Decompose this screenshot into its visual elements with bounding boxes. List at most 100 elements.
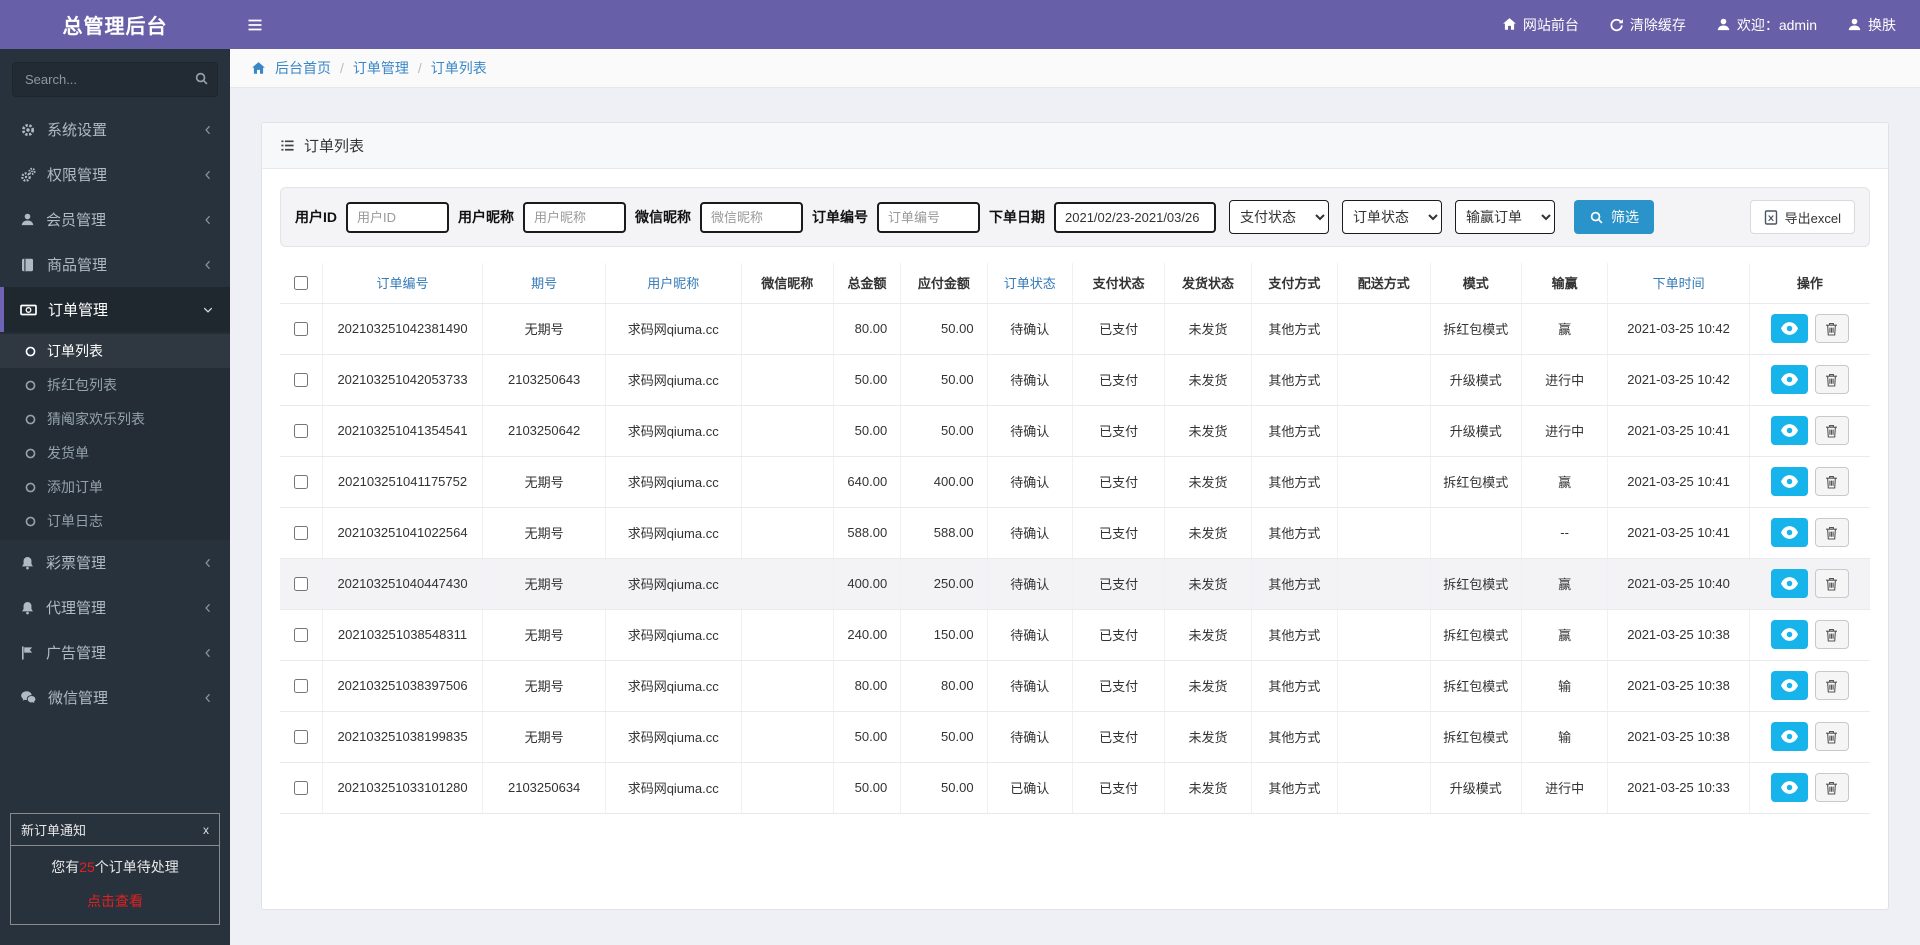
order-no-cell: 202103251041354541 bbox=[321, 405, 483, 457]
sidebar-item-2[interactable]: 会员管理 bbox=[0, 197, 230, 242]
period-cell: 无期号 bbox=[482, 609, 606, 661]
column-header-0[interactable]: 订单编号 bbox=[321, 263, 483, 304]
view-order-button[interactable] bbox=[1770, 722, 1808, 751]
row-checkbox[interactable] bbox=[294, 474, 309, 489]
sidebar-menu: 系统设置权限管理会员管理 商品管理 订单管理 订单列表 拆红包列表猜阄家欢乐列表 发货单添… bbox=[0, 107, 230, 720]
trash-icon bbox=[1825, 526, 1838, 540]
topbar-link-1[interactable]: 清除缓存 bbox=[1609, 15, 1686, 35]
order-date-input[interactable] bbox=[1054, 201, 1216, 233]
topbar-link-0[interactable]: 网站前台 bbox=[1502, 15, 1579, 35]
delete-order-button[interactable] bbox=[1814, 569, 1849, 598]
money-icon bbox=[20, 302, 37, 318]
order-no-cell: 202103251041022564 bbox=[321, 507, 483, 559]
view-order-button[interactable] bbox=[1770, 569, 1808, 598]
row-checkbox[interactable] bbox=[294, 372, 309, 387]
sidebar-search bbox=[12, 62, 218, 97]
ship-status-cell: 未发货 bbox=[1164, 558, 1252, 610]
view-order-button[interactable] bbox=[1770, 467, 1808, 496]
row-checkbox[interactable] bbox=[294, 729, 309, 744]
submenu-item-4[interactable]: 添加订单 bbox=[0, 470, 230, 504]
breadcrumb-item-0[interactable]: 后台首页 bbox=[275, 58, 331, 78]
search-input[interactable] bbox=[12, 62, 218, 97]
search-icon[interactable] bbox=[194, 71, 209, 86]
breadcrumb-item-1[interactable]: 订单管理 bbox=[353, 58, 409, 78]
breadcrumb-item-2[interactable]: 订单列表 bbox=[431, 58, 487, 78]
sidebar-item-8[interactable]: 微信管理 bbox=[0, 675, 230, 720]
column-header-6[interactable]: 订单状态 bbox=[986, 263, 1073, 304]
order-no-input[interactable] bbox=[877, 201, 980, 233]
pay-method-cell: 其他方式 bbox=[1250, 660, 1338, 712]
row-checkbox[interactable] bbox=[294, 678, 309, 693]
view-order-button[interactable] bbox=[1770, 671, 1808, 700]
filter-button[interactable]: 筛选 bbox=[1574, 200, 1654, 234]
delete-order-button[interactable] bbox=[1814, 518, 1849, 547]
view-order-button[interactable] bbox=[1770, 773, 1808, 802]
wechat-nickname-label: 微信昵称 bbox=[635, 209, 691, 225]
sidebar-item-5[interactable]: 彩票管理 bbox=[0, 540, 230, 585]
refresh-icon bbox=[1609, 17, 1624, 32]
delete-order-button[interactable] bbox=[1814, 671, 1849, 700]
submenu-item-label: 发货单 bbox=[47, 445, 89, 461]
sidebar-item-0[interactable]: 系统设置 bbox=[0, 107, 230, 152]
delete-order-button[interactable] bbox=[1814, 365, 1849, 394]
mode-cell: 拆红包模式 bbox=[1429, 711, 1522, 763]
row-checkbox[interactable] bbox=[294, 627, 309, 642]
mode-cell: 拆红包模式 bbox=[1429, 303, 1522, 355]
sidebar-item-7[interactable]: 广告管理 bbox=[0, 630, 230, 675]
order-status-select[interactable]: 订单状态 bbox=[1342, 200, 1442, 234]
order-time-cell: 2021-03-25 10:38 bbox=[1607, 609, 1750, 661]
sidebar-item-4[interactable]: 订单管理 bbox=[0, 287, 230, 332]
export-excel-button[interactable]: 导出excel bbox=[1749, 200, 1855, 234]
user-id-input[interactable] bbox=[346, 201, 449, 233]
sidebar-item-3[interactable]: 商品管理 bbox=[0, 242, 230, 287]
submenu-item-1[interactable]: 拆红包列表 bbox=[0, 368, 230, 402]
submenu-item-5[interactable]: 订单日志 bbox=[0, 504, 230, 538]
delete-order-button[interactable] bbox=[1814, 314, 1849, 343]
topbar-link-3[interactable]: 换肤 bbox=[1847, 15, 1896, 35]
eye-icon bbox=[1780, 322, 1798, 335]
row-checkbox[interactable] bbox=[294, 576, 309, 591]
row-select-cell bbox=[280, 456, 323, 508]
sidebar-item-1[interactable]: 权限管理 bbox=[0, 152, 230, 197]
row-checkbox[interactable] bbox=[294, 525, 309, 540]
delete-order-button[interactable] bbox=[1814, 416, 1849, 445]
wechat-nickname-input[interactable] bbox=[700, 201, 803, 233]
select-all-checkbox[interactable] bbox=[294, 275, 309, 290]
row-select-cell bbox=[280, 762, 323, 814]
ship-status-cell: 未发货 bbox=[1164, 609, 1252, 661]
topbar-link-2[interactable]: 欢迎：admin bbox=[1716, 15, 1817, 35]
main-area: 后台首页/订单管理/订单列表 订单列表 用户ID用户昵称微信昵称订单编号下单日期… bbox=[230, 49, 1920, 945]
row-checkbox[interactable] bbox=[294, 423, 309, 438]
close-icon[interactable]: x bbox=[203, 823, 209, 837]
row-checkbox[interactable] bbox=[294, 321, 309, 336]
view-orders-link[interactable]: 点击查看 bbox=[17, 891, 213, 911]
view-order-button[interactable] bbox=[1770, 620, 1808, 649]
row-checkbox[interactable] bbox=[294, 780, 309, 795]
pay-status-cell: 已支付 bbox=[1071, 711, 1165, 763]
win-lose-order-select[interactable]: 输赢订单 bbox=[1455, 200, 1555, 234]
delete-order-button[interactable] bbox=[1814, 467, 1849, 496]
pay-status-select[interactable]: 支付状态 bbox=[1229, 200, 1329, 234]
column-header-13[interactable]: 下单时间 bbox=[1607, 263, 1750, 304]
view-order-button[interactable] bbox=[1770, 416, 1808, 445]
sidebar-item-6[interactable]: 代理管理 bbox=[0, 585, 230, 630]
trash-icon bbox=[1825, 424, 1838, 438]
submenu-item-3[interactable]: 发货单 bbox=[0, 436, 230, 470]
view-order-button[interactable] bbox=[1770, 314, 1808, 343]
sidebar-item-label: 权限管理 bbox=[47, 167, 108, 184]
submenu-item-label: 猜阄家欢乐列表 bbox=[47, 411, 145, 427]
view-order-button[interactable] bbox=[1770, 365, 1808, 394]
submenu-item-0[interactable]: 订单列表 bbox=[0, 334, 230, 368]
view-order-button[interactable] bbox=[1770, 518, 1808, 547]
sidebar-item-label: 微信管理 bbox=[48, 690, 109, 707]
top-bar: 总管理后台 网站前台 清除缓存 欢迎：admin 换肤 bbox=[0, 0, 1920, 49]
sidebar-toggle-icon[interactable] bbox=[247, 17, 263, 33]
delete-order-button[interactable] bbox=[1814, 620, 1849, 649]
column-header-1[interactable]: 期号 bbox=[482, 263, 606, 304]
trash-icon bbox=[1825, 373, 1838, 387]
delete-order-button[interactable] bbox=[1814, 773, 1849, 802]
delete-order-button[interactable] bbox=[1814, 722, 1849, 751]
user-nickname-input[interactable] bbox=[523, 201, 626, 233]
column-header-2[interactable]: 用户昵称 bbox=[604, 263, 741, 304]
submenu-item-2[interactable]: 猜阄家欢乐列表 bbox=[0, 402, 230, 436]
